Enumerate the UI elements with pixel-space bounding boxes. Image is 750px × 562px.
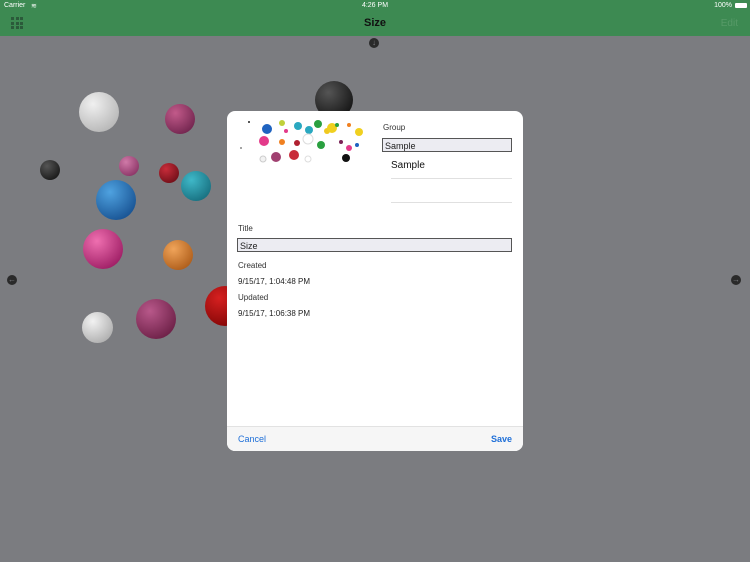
ball[interactable] — [40, 160, 60, 180]
page-title: Size — [363, 17, 386, 29]
arrow-left-icon[interactable]: ← — [7, 275, 17, 285]
group-option[interactable]: Sample — [391, 160, 425, 171]
ball[interactable] — [159, 163, 179, 183]
save-button[interactable]: Save — [491, 434, 512, 444]
ball[interactable] — [83, 229, 123, 269]
edit-button[interactable]: Edit — [721, 18, 738, 29]
ball[interactable] — [79, 92, 119, 132]
updated-value: 9/15/17, 1:06:38 PM — [238, 309, 311, 318]
group-list-separator — [391, 202, 512, 203]
navigation-bar: Size Edit — [0, 12, 750, 36]
preview-thumbnail — [240, 120, 363, 163]
group-label: Group — [383, 123, 406, 132]
group-field[interactable]: Sample — [382, 138, 512, 152]
created-label: Created — [238, 261, 267, 270]
dialog-footer: Cancel Save — [227, 426, 523, 451]
updated-label: Updated — [238, 293, 269, 302]
group-option-separator — [391, 178, 512, 179]
ball[interactable] — [96, 180, 136, 220]
battery-icon — [735, 3, 747, 8]
cancel-button[interactable]: Cancel — [238, 434, 266, 444]
ball[interactable] — [163, 240, 193, 270]
ball[interactable] — [119, 156, 139, 176]
ball[interactable] — [181, 171, 211, 201]
battery-percent: 100% — [714, 2, 732, 9]
title-field[interactable]: Size — [237, 238, 512, 252]
arrow-right-icon[interactable]: → — [731, 275, 741, 285]
ball[interactable] — [136, 299, 176, 339]
title-label: Title — [238, 224, 253, 233]
arrow-down-icon[interactable]: ↓ — [369, 38, 379, 48]
created-value: 9/15/17, 1:04:48 PM — [238, 277, 311, 286]
edit-dialog: Group Sample Sample Title Size Created 9… — [227, 111, 523, 451]
ball[interactable] — [82, 312, 113, 343]
status-bar: Carrier ≋ 4:26 PM 100% — [0, 0, 750, 12]
ball[interactable] — [165, 104, 195, 134]
clock: 4:26 PM — [361, 2, 389, 9]
